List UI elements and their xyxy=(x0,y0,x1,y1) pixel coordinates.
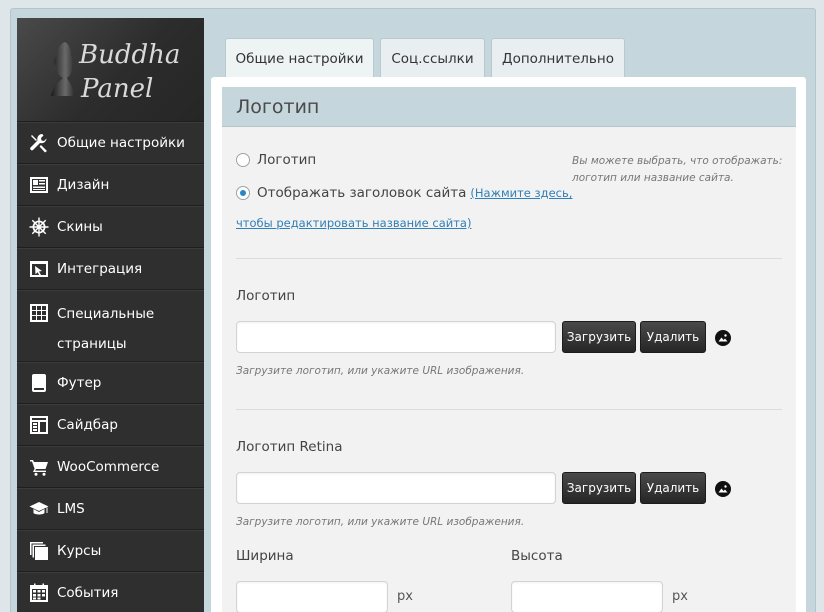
graduation-cap-icon xyxy=(28,499,50,519)
sidebar-item-label: Общие настройки xyxy=(57,135,185,151)
tab-general-settings[interactable]: Общие настройки xyxy=(225,38,374,78)
buddha-figure-icon xyxy=(51,42,75,96)
sidebar-item-events[interactable]: События xyxy=(17,572,204,612)
footer-icon xyxy=(28,373,50,393)
logo-url-input[interactable] xyxy=(236,321,556,353)
height-field-label: Высота xyxy=(511,548,563,564)
divider xyxy=(236,409,782,410)
sidebar-item-sidebar[interactable]: Сайдбар xyxy=(17,404,204,446)
sidebar-item-label: Специальные страницы xyxy=(57,306,155,352)
sidebar-item-lms[interactable]: LMS xyxy=(17,488,204,530)
sidebar-item-courses[interactable]: Курсы xyxy=(17,530,204,572)
radio-logo-button[interactable] xyxy=(236,153,250,167)
tab-additional[interactable]: Дополнительно xyxy=(491,38,625,78)
retina-logo-field-label: Логотип Retina xyxy=(236,439,343,455)
brand-name: Buddha Panel xyxy=(79,38,199,106)
section-title: Логотип xyxy=(222,87,796,127)
sidebar-item-design[interactable]: Дизайн xyxy=(17,164,204,206)
tab-label: Дополнительно xyxy=(502,50,614,67)
cart-icon xyxy=(28,457,50,477)
logo-delete-button[interactable]: Удалить xyxy=(640,321,706,353)
width-field-label: Ширина xyxy=(236,548,294,564)
ship-wheel-icon xyxy=(28,217,50,237)
sidebar-item-footer[interactable]: Футер xyxy=(17,362,204,404)
image-preview-icon[interactable] xyxy=(715,330,731,346)
edit-site-title-link[interactable]: (Нажмите здесь, xyxy=(470,186,572,200)
radio-option-site-title[interactable]: Отображать заголовок сайта (Нажмите здес… xyxy=(236,185,572,201)
image-preview-icon[interactable] xyxy=(715,481,731,497)
tab-label: Соц.ссылки xyxy=(391,50,474,67)
wrench-icon xyxy=(28,133,50,153)
logo-upload-button[interactable]: Загрузить xyxy=(562,321,636,353)
radio-site-title-button[interactable] xyxy=(236,186,250,200)
sidebar-item-label: Курсы xyxy=(57,543,102,559)
width-input[interactable] xyxy=(236,581,388,612)
sidebar-icon xyxy=(28,415,50,435)
sidebar-item-label: WooCommerce xyxy=(57,459,160,475)
sidebar-item-special-pages[interactable]: Специальные страницы xyxy=(17,290,204,362)
width-unit: px xyxy=(397,589,413,604)
divider xyxy=(236,258,782,259)
height-unit: px xyxy=(672,589,688,604)
layout-icon xyxy=(28,175,50,195)
logo-upload-hint: Загрузите логотип, или укажите URL изобр… xyxy=(236,365,525,377)
sidebar-item-label: Дизайн xyxy=(57,177,110,193)
sidebar-item-label: Сайдбар xyxy=(57,417,118,433)
radio-site-title-label: Отображать заголовок сайта xyxy=(257,185,467,201)
brand-line1: Buddha xyxy=(79,40,181,70)
hint-line: логотип или название сайта. xyxy=(572,172,734,184)
sidebar-item-label: События xyxy=(57,585,119,601)
logo-field-label: Логотип xyxy=(236,288,296,304)
retina-delete-button[interactable]: Удалить xyxy=(640,472,706,504)
edit-site-title-link-continued[interactable]: чтобы редактировать название сайта) xyxy=(236,216,471,230)
sidebar-item-skins[interactable]: Скины xyxy=(17,206,204,248)
hint-line: Вы можете выбрать, что отображать: xyxy=(572,155,783,167)
sidebar: Buddha Panel Общие настройки Дизайн Скин… xyxy=(17,18,204,612)
radio-logo-label: Логотип xyxy=(257,152,317,168)
sidebar-item-general[interactable]: Общие настройки xyxy=(17,122,204,164)
retina-upload-button[interactable]: Загрузить xyxy=(562,472,636,504)
sidebar-item-integration[interactable]: Интеграция xyxy=(17,248,204,290)
tab-social-links[interactable]: Соц.ссылки xyxy=(380,38,485,78)
sidebar-item-label: LMS xyxy=(57,501,85,517)
calendar-icon xyxy=(28,583,50,603)
sidebar-item-label: Интеграция xyxy=(57,261,143,277)
sidebar-item-woocommerce[interactable]: WooCommerce xyxy=(17,446,204,488)
stack-icon xyxy=(28,541,50,561)
window-cursor-icon xyxy=(28,259,50,279)
retina-logo-url-input[interactable] xyxy=(236,472,556,504)
height-input[interactable] xyxy=(511,581,663,612)
sidebar-item-label: Скины xyxy=(57,219,103,235)
brand-line2: Panel xyxy=(81,74,154,104)
tab-label: Общие настройки xyxy=(235,50,364,67)
display-choice-hint: Вы можете выбрать, что отображать: логот… xyxy=(572,153,787,187)
retina-upload-hint: Загрузите логотип, или укажите URL изобр… xyxy=(236,516,525,528)
radio-option-logo[interactable]: Логотип xyxy=(236,152,316,168)
grid-icon xyxy=(28,303,50,323)
sidebar-item-label: Футер xyxy=(57,375,102,391)
brand-logo: Buddha Panel xyxy=(17,18,204,122)
